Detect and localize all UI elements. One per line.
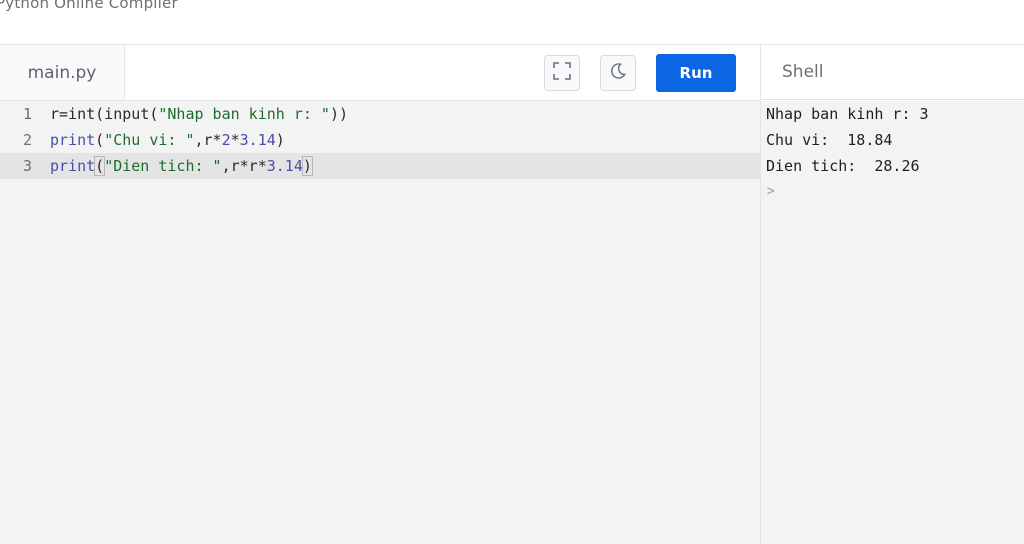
fullscreen-button[interactable] <box>544 55 580 91</box>
shell-output-line: Nhap ban kinh r: 3 <box>766 105 929 123</box>
shell-title: Shell <box>782 62 824 82</box>
code-token: r=int(input( <box>50 105 159 123</box>
shell-header: Shell <box>760 45 1024 100</box>
code-line[interactable]: 2 print("Chu vi: ",r*2*3.14) <box>0 127 760 153</box>
code-token: 3.14 <box>266 157 303 175</box>
code-text: r=int(input("Nhap ban kinh r: ")) <box>50 101 348 127</box>
code-token: 3.14 <box>239 131 276 149</box>
shell-output-line: Chu vi: 18.84 <box>766 131 893 149</box>
code-token: ( <box>95 131 105 149</box>
code-token: print <box>50 131 96 149</box>
code-text: print("Dien tich: ",r*r*3.14) <box>50 153 313 179</box>
code-text: print("Chu vi: ",r*2*3.14) <box>50 127 285 153</box>
compiler-app: main.py Run Shell 1 r=int(input("Nhap ban… <box>0 44 1024 544</box>
code-token: ( <box>94 156 106 176</box>
shell-prompt[interactable]: > <box>767 179 775 205</box>
line-number: 3 <box>22 157 32 175</box>
code-token: "Nhap ban kinh r: " <box>158 105 330 123</box>
code-token: ) <box>275 131 285 149</box>
code-token: "Chu vi: " <box>104 131 195 149</box>
line-number: 2 <box>22 131 32 149</box>
theme-toggle-button[interactable] <box>600 55 636 91</box>
fullscreen-icon <box>552 61 572 86</box>
code-token: * <box>230 131 240 149</box>
code-token: ,r*r* <box>221 157 267 175</box>
code-token: )) <box>329 105 349 123</box>
code-token: print <box>50 157 96 175</box>
code-token: 2 <box>221 131 231 149</box>
editor-toolbar: main.py Run <box>0 45 760 101</box>
moon-icon <box>608 61 628 86</box>
code-token: "Dien tich: " <box>104 157 222 175</box>
code-token: ) <box>301 156 313 176</box>
code-editor[interactable]: 1 r=int(input("Nhap ban kinh r: ")) 2 print… <box>0 101 760 544</box>
line-number: 1 <box>22 105 32 123</box>
code-line[interactable]: 3 print("Dien tich: ",r*r*3.14) <box>0 153 760 179</box>
page-heading: Python Online Compiler <box>0 0 178 12</box>
code-line[interactable]: 1 r=int(input("Nhap ban kinh r: ")) <box>0 101 760 127</box>
shell-output-line: Dien tich: 28.26 <box>766 157 920 175</box>
code-token: ,r* <box>194 131 222 149</box>
file-tab-main-py[interactable]: main.py <box>0 45 125 100</box>
run-button[interactable]: Run <box>656 54 736 92</box>
shell-output[interactable]: Nhap ban kinh r: 3 Chu vi: 18.84 Dien tich… <box>760 101 1024 544</box>
